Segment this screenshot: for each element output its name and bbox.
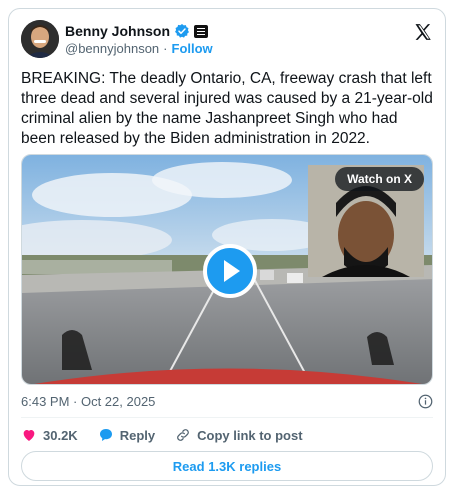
like-count: 30.2K bbox=[43, 427, 78, 443]
x-logo-icon[interactable] bbox=[413, 22, 433, 42]
link-icon bbox=[177, 429, 190, 441]
tweet-text: BREAKING: The deadly Ontario, CA, freewa… bbox=[21, 70, 433, 147]
affiliation-icon[interactable] bbox=[194, 24, 209, 38]
reply-label: Reply bbox=[119, 427, 156, 443]
separator: · bbox=[163, 41, 168, 56]
author-name-row: Benny Johnson bbox=[65, 23, 209, 39]
play-button[interactable] bbox=[203, 244, 257, 298]
copy-link-label: Copy link to post bbox=[197, 427, 303, 443]
like-button[interactable]: 30.2K bbox=[21, 427, 78, 443]
watch-on-x-button[interactable]: Watch on X bbox=[335, 167, 424, 191]
verified-badge-icon bbox=[175, 24, 190, 38]
heart-icon bbox=[23, 430, 35, 441]
avatar[interactable] bbox=[21, 20, 59, 58]
handle-row: @bennyjohnson · Follow bbox=[65, 41, 213, 56]
reply-icon bbox=[99, 429, 112, 441]
read-replies-button[interactable]: Read 1.3K replies bbox=[21, 451, 433, 481]
action-bar: 30.2K Reply Copy link to post bbox=[21, 427, 323, 443]
tweet-timestamp[interactable]: 6:43 PM · Oct 22, 2025 bbox=[21, 394, 155, 409]
copy-link-button[interactable]: Copy link to post bbox=[175, 427, 303, 443]
divider bbox=[21, 417, 433, 418]
author-handle[interactable]: @bennyjohnson bbox=[65, 41, 159, 56]
reply-button[interactable]: Reply bbox=[98, 427, 155, 443]
author-name[interactable]: Benny Johnson bbox=[65, 23, 170, 39]
info-icon[interactable] bbox=[418, 394, 433, 409]
video-media[interactable]: Watch on X bbox=[21, 154, 433, 385]
follow-button[interactable]: Follow bbox=[172, 41, 213, 56]
tweet-card: Benny Johnson @bennyjohnson · Follow BRE… bbox=[8, 8, 446, 486]
